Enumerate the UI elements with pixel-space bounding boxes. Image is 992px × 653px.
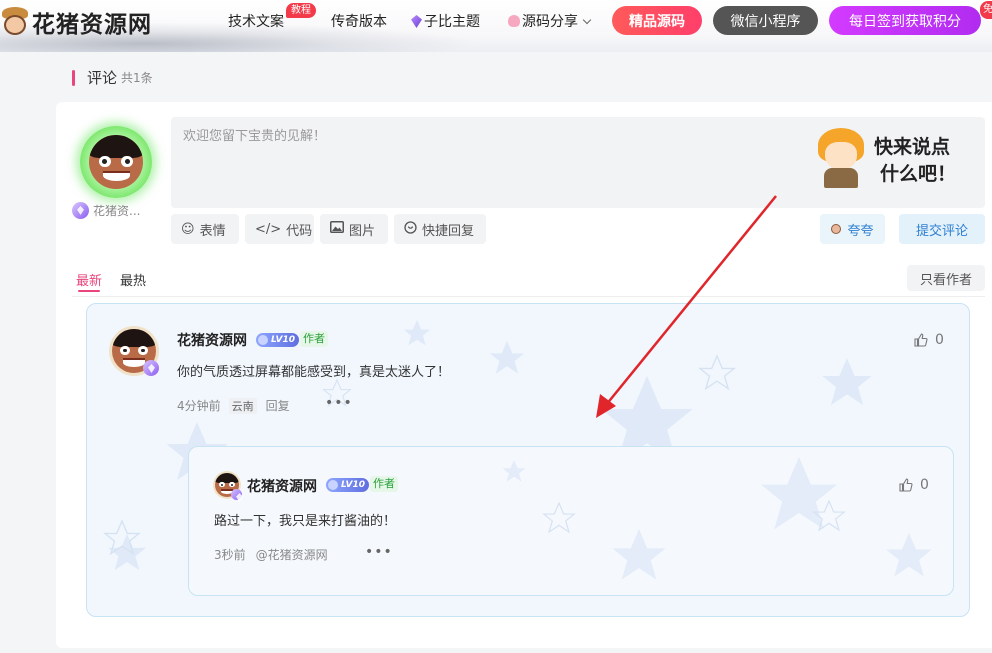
comment-meta: 4分钟前 云南 回复 — [177, 397, 290, 414]
tabs-divider — [72, 296, 985, 297]
emoji-button[interactable]: ☺ 表情 — [171, 214, 239, 244]
code-icon: </> — [255, 221, 282, 237]
level-badge: LV10 — [326, 478, 369, 492]
title-accent-bar — [72, 69, 75, 86]
location-badge: 云南 — [228, 397, 257, 414]
logo-pig-icon — [0, 5, 30, 39]
author-only-button[interactable]: 只看作者 — [907, 265, 985, 291]
commenter-name[interactable]: 花猪资源网 — [177, 330, 247, 350]
reply-time: 3秒前 — [214, 548, 246, 562]
praise-face-icon — [831, 224, 842, 234]
current-user-name: 花猪资... — [72, 202, 140, 219]
chevron-down-icon — [582, 15, 592, 25]
thumbs-up-icon — [914, 333, 928, 347]
code-button[interactable]: </> 代码 — [245, 214, 314, 244]
quick-reply-button[interactable]: 快捷回复 — [394, 214, 486, 244]
current-user-avatar[interactable] — [80, 126, 152, 198]
more-options-icon[interactable]: ••• — [365, 544, 393, 560]
sticker-line-2: 什么吧！ — [880, 163, 957, 185]
gem-icon — [411, 15, 422, 28]
reply-text: 路过一下，我只是来打酱油的！ — [214, 514, 397, 529]
tab-hottest[interactable]: 最热 — [120, 270, 146, 289]
nav-item-source-share[interactable]: 源码分享 — [508, 11, 592, 31]
comment-time: 4分钟前 — [177, 399, 221, 413]
reply-author-name[interactable]: 花猪资源网 — [247, 476, 317, 496]
reply-button[interactable]: 回复 — [266, 397, 290, 414]
comments-section-title: 评论 共1条 — [72, 67, 153, 88]
nav-item-legend-versions[interactable]: 传奇版本 — [331, 11, 387, 31]
tab-newest[interactable]: 最新 — [76, 270, 102, 292]
corner-badge: 免 — [980, 1, 992, 19]
like-count: 0 — [935, 332, 944, 348]
lotus-icon — [508, 15, 520, 27]
like-button[interactable]: 0 — [914, 332, 944, 348]
premium-source-button[interactable]: 精品源码 — [612, 6, 702, 35]
kua-praise-button[interactable]: 夸夸 — [820, 214, 885, 244]
smile-icon: ☺ — [181, 221, 195, 237]
submit-comment-button[interactable]: 提交评论 — [899, 214, 985, 244]
level-gem-icon — [143, 360, 159, 376]
site-header: 花猪资源网 技术文案 教程 传奇版本 子比主题 源码分享 精品源码 微信小程序 … — [0, 0, 992, 52]
thumbs-up-icon — [899, 478, 913, 492]
daily-checkin-button[interactable]: 每日签到获取积分 — [829, 6, 981, 35]
anime-kid-sticker-icon — [816, 128, 866, 188]
reply-item: 花猪资源网 LV10 作者 路过一下，我只是来打酱油的！ 3秒前 @花猪资源网 … — [188, 446, 954, 596]
commenter-avatar[interactable] — [109, 326, 159, 376]
comments-count: 共1条 — [121, 71, 153, 85]
author-badge: 作者 — [370, 476, 398, 492]
like-count: 0 — [920, 477, 929, 493]
more-options-icon[interactable]: ••• — [325, 395, 353, 411]
comments-title: 评论 — [87, 69, 118, 87]
chat-bubble-icon — [404, 220, 417, 238]
level-badge: LV10 — [256, 333, 299, 347]
author-badge: 作者 — [300, 331, 328, 347]
like-button[interactable]: 0 — [899, 477, 929, 493]
reply-mention[interactable]: @花猪资源网 — [256, 546, 328, 563]
logo-text: 花猪资源网 — [32, 11, 152, 38]
nav-item-tech-articles[interactable]: 技术文案 — [228, 11, 284, 31]
nav-item-zibll-theme[interactable]: 子比主题 — [411, 11, 480, 31]
level-gem-icon — [72, 202, 89, 219]
reply-meta: 3秒前 @花猪资源网 — [214, 546, 328, 563]
image-button[interactable]: 图片 — [320, 214, 388, 244]
reply-avatar[interactable] — [213, 471, 242, 500]
level-gem-icon — [231, 489, 242, 500]
sticker-prompt: 快来说点 什么吧！ — [810, 124, 970, 194]
nav-badge-tutorial: 教程 — [286, 3, 316, 18]
sticker-line-1: 快来说点 — [874, 136, 951, 158]
comment-text: 你的气质透过屏幕都能感受到，真是太迷人了！ — [177, 365, 451, 380]
wechat-miniprogram-button[interactable]: 微信小程序 — [713, 6, 818, 35]
site-logo[interactable]: 花猪资源网 — [0, 4, 152, 40]
image-icon — [330, 221, 344, 237]
